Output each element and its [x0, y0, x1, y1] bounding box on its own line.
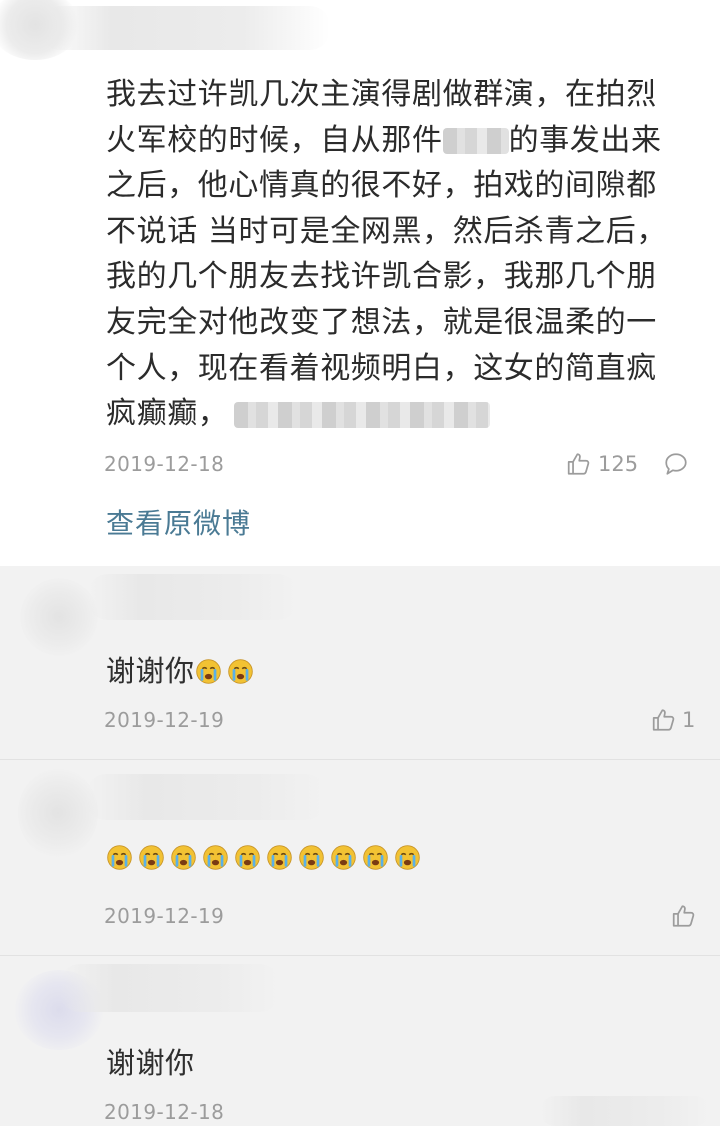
reply-text-content: 谢谢你 — [106, 1046, 195, 1080]
post-body: 我去过许凯几次主演得剧做群演，在拍烈 火军校的时候，自从那件 的事发出来 之后，他… — [106, 72, 696, 437]
post-line: 火军校的时候，自从那件 的事发出来 — [106, 118, 696, 164]
crying-emoji-icon — [170, 844, 197, 871]
avatar[interactable] — [18, 768, 98, 858]
username-redacted[interactable] — [40, 6, 330, 50]
post-line: 之后，他心情真的很不好，拍戏的间隙都 — [106, 168, 657, 204]
avatar[interactable] — [20, 578, 98, 656]
reply-date: 2019-12-19 — [104, 708, 225, 732]
crying-emoji-icon — [138, 844, 165, 871]
reply-emoji-row — [106, 844, 426, 871]
main-post: 我去过许凯几次主演得剧做群演，在拍烈 火军校的时候，自从那件 的事发出来 之后，他… — [0, 0, 720, 566]
emoji-group — [195, 654, 259, 688]
emoji-group — [106, 845, 426, 871]
crying-emoji-icon — [234, 844, 261, 871]
like-count: 125 — [598, 452, 639, 476]
thumbs-up-icon[interactable] — [566, 451, 592, 477]
post-line: 友完全对他改变了想法，就是很温柔的一 — [106, 304, 657, 340]
reply-item: 谢谢你 2019-12-18 — [0, 956, 720, 1126]
crying-emoji-icon — [330, 844, 357, 871]
reply-text-content: 谢谢你 — [106, 654, 195, 688]
crying-emoji-icon — [106, 844, 133, 871]
crying-emoji-icon — [362, 844, 389, 871]
reply-date: 2019-12-19 — [104, 904, 225, 928]
reply-item: 2019-12-19 — [0, 760, 720, 955]
post-line-part: 疯癫癫， — [106, 396, 229, 432]
view-original-link[interactable]: 查看原微博 — [106, 502, 251, 542]
post-line: 个人，现在看着视频明白，这女的简直疯 — [106, 350, 657, 386]
reply-text: 谢谢你 — [106, 648, 259, 690]
like-count: 1 — [682, 708, 696, 732]
crying-emoji-icon — [266, 844, 293, 871]
crying-emoji-icon — [195, 658, 222, 685]
post-line: 不说话 当时可是全网黑，然后杀青之后， — [106, 213, 667, 249]
reply-date: 2019-12-18 — [104, 1100, 225, 1124]
reply-text: 谢谢你 — [106, 1040, 195, 1082]
crying-emoji-icon — [202, 844, 229, 871]
post-line: 我的几个朋友去找许凯合影，我那几个朋 — [106, 259, 657, 295]
post-date: 2019-12-18 — [104, 452, 225, 476]
post-line: 疯癫癫， — [106, 391, 696, 437]
crying-emoji-icon — [298, 844, 325, 871]
thumbs-up-icon[interactable] — [651, 707, 677, 733]
username-redacted[interactable] — [60, 964, 280, 1012]
comment-icon[interactable] — [663, 451, 689, 477]
username-redacted[interactable] — [86, 774, 326, 820]
post-line-part: 火军校的时候，自从那件 — [106, 122, 443, 158]
crying-emoji-icon — [227, 658, 254, 685]
username-redacted[interactable] — [88, 574, 298, 620]
crying-emoji-icon — [394, 844, 421, 871]
redacted-text — [442, 128, 509, 155]
watermark-redacted — [540, 1096, 710, 1126]
redacted-text — [234, 401, 491, 428]
reply-item: 谢谢你 2019-12-19 1 — [0, 566, 720, 759]
thumbs-up-icon[interactable] — [671, 903, 697, 929]
post-line-part: 的事发出来 — [508, 122, 662, 158]
post-line: 我去过许凯几次主演得剧做群演，在拍烈 — [106, 77, 657, 112]
